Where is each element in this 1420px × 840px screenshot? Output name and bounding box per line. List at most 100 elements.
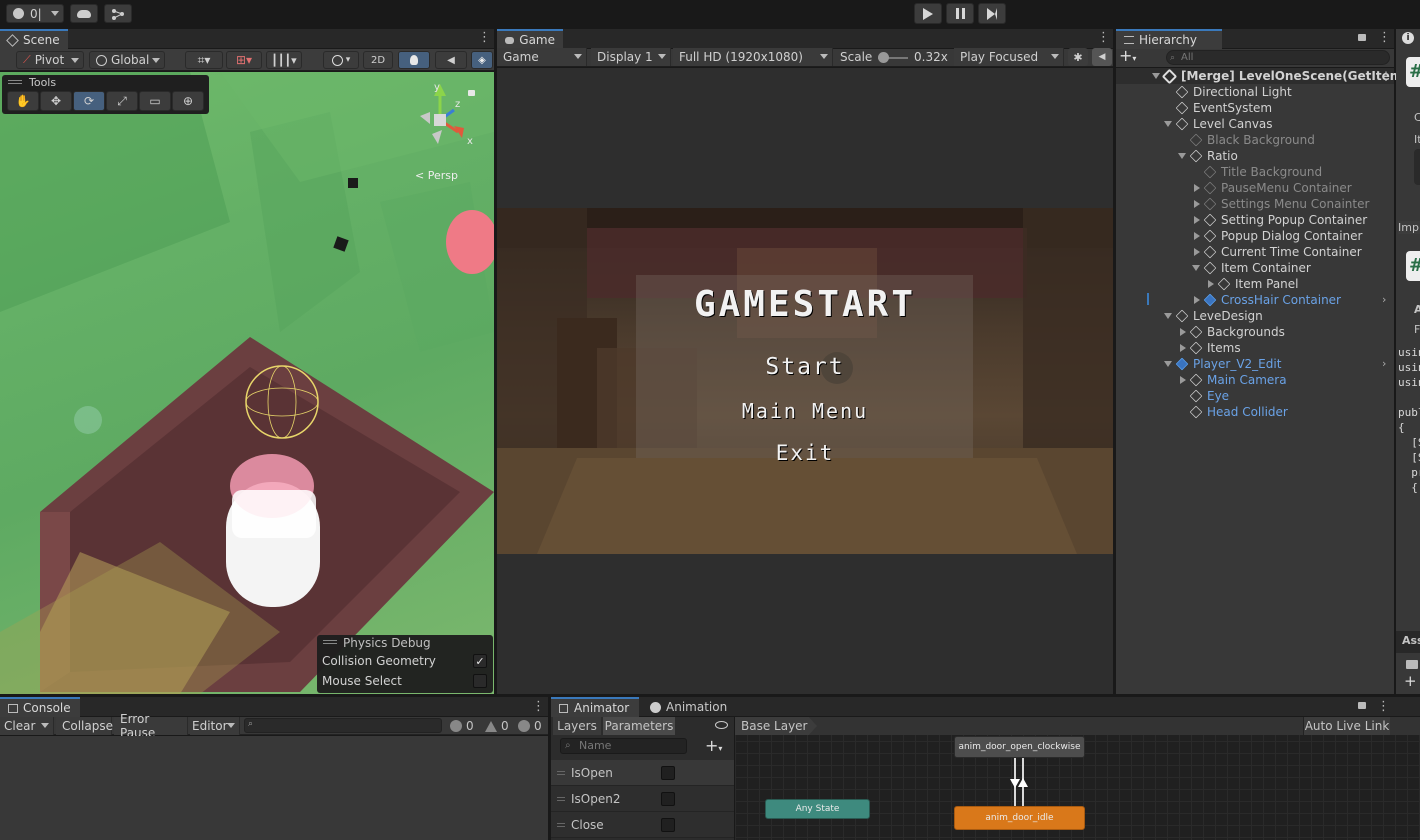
snap-increment-button[interactable]: ⊞▾ xyxy=(226,51,262,69)
hierarchy-item-eye[interactable]: Eye xyxy=(1189,388,1420,404)
tab-game[interactable]: Game xyxy=(497,29,563,49)
mouse-select-checkbox[interactable] xyxy=(473,674,487,688)
eye-icon[interactable] xyxy=(715,721,728,729)
collab-button[interactable] xyxy=(104,4,132,23)
console-log-area[interactable] xyxy=(0,736,548,840)
hierarchy-item-item-panel[interactable]: Item Panel xyxy=(1208,276,1420,292)
cloud-button[interactable] xyxy=(70,4,98,23)
hierarchy-search[interactable]: ⌕ All xyxy=(1166,50,1390,65)
parameters-tab[interactable]: Parameters xyxy=(603,717,675,735)
drag-handle-icon[interactable] xyxy=(557,796,565,801)
scene-row-menu-icon[interactable]: ⋮ xyxy=(1380,69,1392,83)
hierarchy-add-button[interactable]: +▾ xyxy=(1119,48,1141,66)
base-layer-breadcrumb[interactable]: Base Layer xyxy=(735,717,817,735)
scale-slider-handle[interactable] xyxy=(878,52,889,63)
ruler-button[interactable]: ┃┃┃▾ xyxy=(266,51,302,69)
console-menu-icon[interactable]: ⋮ xyxy=(532,699,545,714)
param-bool-checkbox[interactable] xyxy=(661,766,675,780)
hierarchy-item-title-background[interactable]: Title Background xyxy=(1203,164,1420,180)
param-search-input[interactable]: ⌕ Name xyxy=(560,738,687,754)
console-search-input[interactable]: ⌕ xyxy=(244,718,442,733)
orientation-gizmo[interactable] xyxy=(412,82,472,152)
transform-tool-button[interactable]: ⊕ xyxy=(172,91,204,111)
hierarchy-lock-icon[interactable] xyxy=(1358,34,1366,41)
display-dropdown[interactable]: Display 1 xyxy=(591,48,671,66)
editor-dropdown[interactable]: Editor xyxy=(190,717,240,735)
clear-dropdown[interactable]: Clear xyxy=(0,717,54,735)
warning-filter-button[interactable]: 0 xyxy=(485,718,515,734)
chevron-right-icon[interactable]: › xyxy=(1382,358,1388,369)
hierarchy-item-head-collider[interactable]: Head Collider xyxy=(1189,404,1420,420)
hierarchy-item-black-background[interactable]: Black Background xyxy=(1189,132,1420,148)
move-tool-button[interactable]: ✥ xyxy=(40,91,72,111)
auto-live-link-button[interactable]: Auto Live Link xyxy=(1303,717,1390,735)
step-button[interactable] xyxy=(978,3,1006,24)
param-bool-checkbox[interactable] xyxy=(661,818,675,832)
chevron-right-icon[interactable]: › xyxy=(1382,294,1388,305)
global-dropdown[interactable]: Global xyxy=(89,51,165,69)
tab-animator[interactable]: Animator xyxy=(551,697,639,717)
play-mode-dropdown[interactable]: Play Focused xyxy=(954,48,1064,66)
drag-handle-icon[interactable] xyxy=(557,770,565,775)
hierarchy-item-current-time-container[interactable]: Current Time Container xyxy=(1194,244,1420,260)
hierarchy-item-levedesign[interactable]: LeveDesign xyxy=(1164,308,1420,324)
stats-button[interactable]: ✱ xyxy=(1068,48,1088,66)
param-row-close[interactable]: Close xyxy=(551,812,734,838)
collision-geometry-checkbox[interactable]: ✓ xyxy=(473,654,487,668)
2d-toggle-button[interactable]: 2D xyxy=(363,51,393,69)
layers-tab[interactable]: Layers xyxy=(553,717,601,735)
error-filter-button[interactable]: 0 xyxy=(518,718,548,734)
pivot-dropdown[interactable]: ⟋ Pivot xyxy=(16,51,84,69)
shading-mode-button[interactable]: ▾ xyxy=(323,51,359,69)
hierarchy-item-items[interactable]: Items xyxy=(1180,340,1420,356)
param-bool-checkbox[interactable] xyxy=(661,792,675,806)
menu-exit-button[interactable]: Exit xyxy=(497,441,1113,465)
grid-snap-button[interactable]: ⌗▾ xyxy=(185,51,223,69)
hierarchy-item-main-camera[interactable]: Main Camera xyxy=(1180,372,1420,388)
lighting-toggle-button[interactable] xyxy=(398,51,430,69)
persp-label[interactable]: < Persp xyxy=(415,169,458,182)
tab-animation[interactable]: Animation xyxy=(644,697,733,717)
hierarchy-item-directional-light[interactable]: Directional Light xyxy=(1175,84,1420,100)
menu-main-menu-button[interactable]: Main Menu xyxy=(497,399,1113,423)
hierarchy-item-level-canvas[interactable]: Level Canvas xyxy=(1164,116,1420,132)
resolution-dropdown[interactable]: Full HD (1920x1080) xyxy=(673,48,833,66)
pause-button[interactable] xyxy=(946,3,974,24)
inspector-field[interactable] xyxy=(1414,149,1420,185)
collapse-button[interactable]: Collapse xyxy=(56,717,113,735)
param-row-isopen[interactable]: IsOpen xyxy=(551,760,734,786)
param-row-isopen2[interactable]: IsOpen2 xyxy=(551,786,734,812)
hierarchy-item-setting-popup-container[interactable]: Setting Popup Container xyxy=(1194,212,1420,228)
error-pause-button[interactable]: Error Pause xyxy=(114,712,188,740)
effects-toggle-button[interactable]: ◈ xyxy=(471,51,493,69)
hierarchy-item-backgrounds[interactable]: Backgrounds xyxy=(1180,324,1420,340)
animator-lock-icon[interactable] xyxy=(1358,702,1366,709)
drag-handle-icon[interactable] xyxy=(557,822,565,827)
assets-add-button[interactable]: + xyxy=(1404,672,1417,690)
game-view-dropdown[interactable]: Game xyxy=(497,48,587,66)
hierarchy-item-eventsystem[interactable]: EventSystem xyxy=(1175,100,1420,116)
rect-tool-button[interactable]: ▭ xyxy=(139,91,171,111)
game-panel-menu-icon[interactable]: ⋮ xyxy=(1097,31,1110,45)
state-any-state[interactable]: Any State xyxy=(765,799,870,819)
audio-toggle-button[interactable]: ◀︎ xyxy=(435,51,467,69)
rotate-tool-button[interactable]: ⟳ xyxy=(73,91,105,111)
lock-icon[interactable] xyxy=(468,90,475,96)
hierarchy-item-pausemenu-container[interactable]: PauseMenu Container xyxy=(1194,180,1420,196)
animator-menu-icon[interactable]: ⋮ xyxy=(1377,699,1390,714)
hierarchy-item-item-container[interactable]: Item Container xyxy=(1192,260,1420,276)
scene-panel-menu-icon[interactable]: ⋮ xyxy=(478,31,491,45)
tab-console[interactable]: Console xyxy=(0,697,80,717)
menu-start-button[interactable]: Start xyxy=(497,354,1113,380)
hierarchy-item-popup-dialog-container[interactable]: Popup Dialog Container xyxy=(1194,228,1420,244)
state-anim-door-idle[interactable]: anim_door_idle xyxy=(954,806,1085,830)
add-parameter-button[interactable]: +▾ xyxy=(705,736,722,755)
hierarchy-item-ratio[interactable]: Ratio xyxy=(1178,148,1420,164)
info-filter-button[interactable]: 0 xyxy=(450,718,480,734)
hand-tool-button[interactable]: ✋ xyxy=(7,91,39,111)
scene-viewport[interactable]: Tools ✋ ✥ ⟳ ⤢ ▭ ⊕ y z x < Persp Physics … xyxy=(0,72,494,694)
tab-scene[interactable]: Scene xyxy=(0,29,68,49)
play-button[interactable] xyxy=(914,3,942,24)
state-anim-door-open-clockwise[interactable]: anim_door_open_clockwise xyxy=(954,736,1085,758)
scale-tool-button[interactable]: ⤢ xyxy=(106,91,138,111)
